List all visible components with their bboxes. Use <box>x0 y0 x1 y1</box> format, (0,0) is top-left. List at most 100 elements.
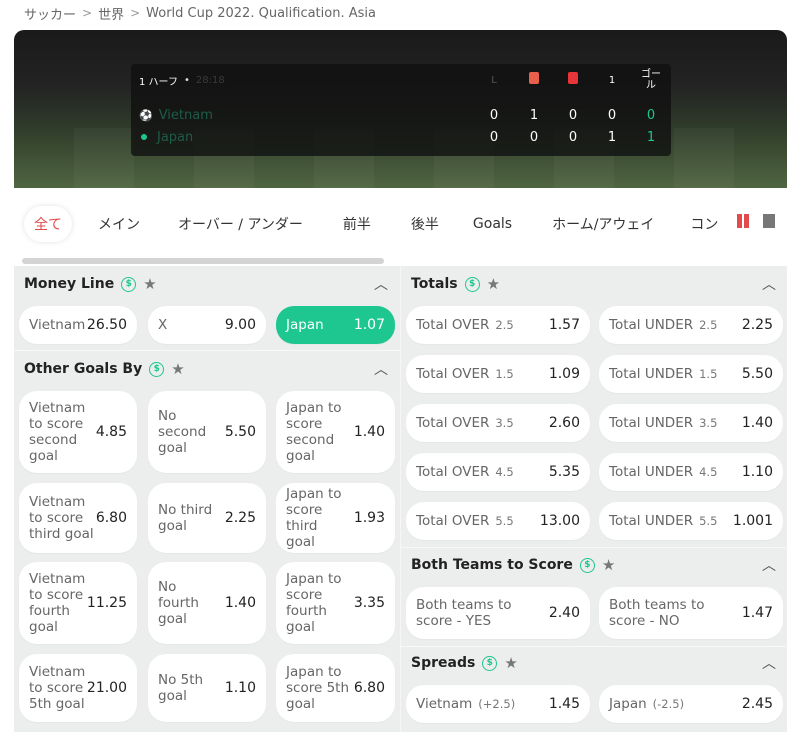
match-period: 1 ハーフ • 28:18 <box>139 74 225 88</box>
odds-button[interactable]: Japan to score fourth goal 3.35 <box>276 562 395 644</box>
tab-first-half[interactable]: 前半 <box>333 206 381 242</box>
option-label: No 5th goal <box>158 672 204 704</box>
tab-second-half[interactable]: 後半 <box>401 206 449 242</box>
option-label: Total UNDER <box>609 415 694 431</box>
option-label: Japan to score second goal <box>286 400 342 464</box>
odds-button[interactable]: Vietnam to score fourth goal 11.25 <box>19 562 137 644</box>
chevron-up-icon[interactable]: ︿ <box>762 274 776 294</box>
odds-button[interactable]: Japan to score second goal 1.40 <box>276 391 395 473</box>
odds-button[interactable]: Both teams to score - NO 1.47 <box>599 587 783 639</box>
option-label: Japan to score 5th goal <box>286 664 350 712</box>
line-value: 4.5 <box>699 465 718 479</box>
tab-main[interactable]: メイン <box>88 206 150 242</box>
odds-button[interactable]: Total UNDER 5.5 1.001 <box>599 502 783 540</box>
cashout-icon: $ <box>464 276 480 292</box>
cashout-icon: $ <box>482 655 498 671</box>
odds-value: 5.35 <box>548 464 580 480</box>
option-label: Total UNDER <box>609 366 694 382</box>
tab-all[interactable]: 全て <box>24 206 72 242</box>
scoreboard: 1 ハーフ • 28:18 L 1 ゴール ⚽ Vietnam 0 1 0 0 … <box>131 64 671 156</box>
tab-over-under[interactable]: オーバー / アンダー <box>168 206 313 242</box>
favorite-star-icon[interactable]: ★ <box>143 275 156 293</box>
odds-button[interactable]: Total OVER 4.5 5.35 <box>406 453 590 491</box>
tab-goals[interactable]: Goals <box>463 206 522 242</box>
spreads-header[interactable]: Spreads $ ★ <box>411 646 518 680</box>
other-goals-header[interactable]: Other Goals By $ ★ <box>24 352 185 386</box>
odds-button[interactable]: Total UNDER 3.5 1.40 <box>599 404 783 442</box>
favorite-star-icon[interactable]: ★ <box>171 360 184 378</box>
line-value: 3.5 <box>699 416 718 430</box>
tab-home-away[interactable]: ホーム/アウェイ <box>542 206 664 242</box>
odds-value: 5.50 <box>224 424 256 440</box>
option-label: No second goal <box>158 408 207 456</box>
tabs-scrollbar[interactable] <box>22 258 384 264</box>
favorite-star-icon[interactable]: ★ <box>602 556 615 574</box>
option-label: Total OVER <box>416 464 490 480</box>
chevron-up-icon[interactable]: ︿ <box>374 274 388 294</box>
odds-button[interactable]: Vietnam to score third goal 6.80 <box>19 483 137 553</box>
option-label: No fourth goal <box>158 579 199 627</box>
odds-button[interactable]: Both teams to score - YES 2.40 <box>406 587 590 639</box>
odds-button[interactable]: Total UNDER 1.5 5.50 <box>599 355 783 393</box>
favorite-star-icon[interactable]: ★ <box>487 275 500 293</box>
breadcrumb-world[interactable]: 世界 <box>98 4 124 23</box>
odds-button[interactable]: Vietnam 26.50 <box>19 306 137 344</box>
single-column-view-icon[interactable] <box>763 214 775 228</box>
team-row-away: Japan 0 0 0 1 1 <box>131 126 671 148</box>
chevron-up-icon[interactable]: ︿ <box>762 653 776 673</box>
option-label: Japan <box>286 317 324 333</box>
divider <box>14 350 400 351</box>
odds-button[interactable]: Japan to score 5th goal 6.80 <box>276 654 395 722</box>
odds-button[interactable]: Vietnam to score second goal 4.85 <box>19 391 137 473</box>
odds-value: 2.45 <box>741 696 773 712</box>
option-label: Total OVER <box>416 513 490 529</box>
option-label: Vietnam <box>416 696 473 712</box>
favorite-star-icon[interactable]: ★ <box>504 654 517 672</box>
odds-button[interactable]: Total OVER 3.5 2.60 <box>406 404 590 442</box>
totals-header[interactable]: Totals $ ★ <box>411 267 500 301</box>
odds-button[interactable]: Total OVER 2.5 1.57 <box>406 306 590 344</box>
line-value: 1.5 <box>699 367 718 381</box>
odds-value: 4.85 <box>95 424 127 440</box>
corners-header: L <box>491 74 497 86</box>
breadcrumb-soccer[interactable]: サッカー <box>24 4 76 23</box>
stat-value: 0 <box>607 107 617 123</box>
cashout-icon: $ <box>579 557 595 573</box>
odds-button[interactable]: Japan (-2.5) 2.45 <box>599 685 783 723</box>
odds-value: 6.80 <box>95 510 127 526</box>
odds-value: 2.40 <box>548 605 580 621</box>
option-label: Both teams to score - YES <box>416 597 512 629</box>
odds-button[interactable]: Total OVER 1.5 1.09 <box>406 355 590 393</box>
tab-more[interactable]: コン <box>680 206 724 242</box>
line-value: (+2.5) <box>478 697 516 711</box>
chevron-right-icon: > <box>82 6 93 20</box>
chevron-up-icon[interactable]: ︿ <box>762 555 776 575</box>
odds-button[interactable]: No fourth goal 1.40 <box>148 562 266 644</box>
odds-button-selected[interactable]: Japan 1.07 <box>276 306 395 344</box>
stat-value: 1 <box>607 129 617 145</box>
markets-left-column: Money Line $ ★ ︿ Vietnam 26.50 X 9.00 Ja… <box>14 266 400 732</box>
odds-button[interactable]: No 5th goal 1.10 <box>148 654 266 722</box>
line-value: 2.5 <box>699 318 718 332</box>
odds-button[interactable]: Total UNDER 2.5 2.25 <box>599 306 783 344</box>
odds-button[interactable]: Vietnam to score 5th goal 21.00 <box>19 654 137 722</box>
odds-button[interactable]: Japan to score third goal 1.93 <box>276 483 395 553</box>
odds-value: 1.40 <box>224 595 256 611</box>
yellow-card-icon <box>523 72 545 88</box>
odds-button[interactable]: No third goal 2.25 <box>148 483 266 553</box>
ball-icon: ⚽ <box>139 108 153 122</box>
odds-value: 1.45 <box>548 696 580 712</box>
money-line-header[interactable]: Money Line $ ★ <box>24 267 157 301</box>
odds-button[interactable]: Vietnam (+2.5) 1.45 <box>406 685 590 723</box>
btts-header[interactable]: Both Teams to Score $ ★ <box>411 548 615 582</box>
stat-value: 0 <box>568 129 578 145</box>
odds-value: 6.80 <box>353 680 385 696</box>
two-column-view-icon[interactable] <box>737 214 749 228</box>
markets-right-column: Totals $ ★ ︿ Total OVER 2.5 1.57 Total UN… <box>400 266 788 732</box>
chevron-up-icon[interactable]: ︿ <box>374 359 388 379</box>
odds-button[interactable]: Total UNDER 4.5 1.10 <box>599 453 783 491</box>
odds-value: 1.93 <box>353 510 385 526</box>
odds-button[interactable]: X 9.00 <box>148 306 266 344</box>
odds-button[interactable]: Total OVER 5.5 13.00 <box>406 502 590 540</box>
odds-button[interactable]: No second goal 5.50 <box>148 391 266 473</box>
